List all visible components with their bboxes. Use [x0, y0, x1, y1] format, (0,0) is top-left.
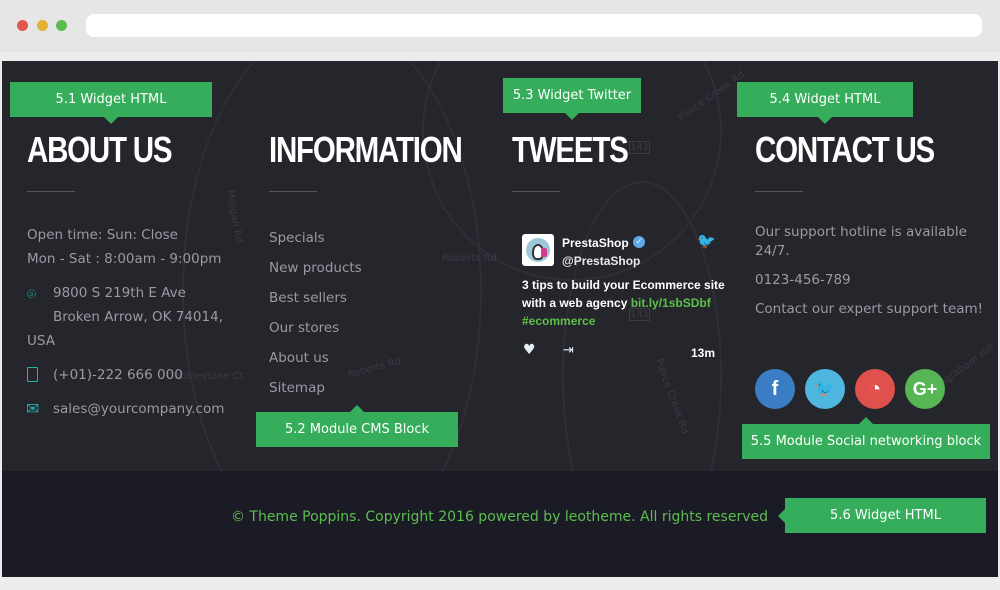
rss-icon: ◔	[868, 378, 882, 400]
contact-text: Our support hotline is available	[755, 224, 967, 240]
tweets-heading: TWEETS	[512, 129, 629, 170]
tweet-author-name[interactable]: PrestaShop	[562, 236, 629, 250]
contact-phone: 0123-456-789	[755, 272, 851, 288]
divider	[755, 191, 803, 192]
address-line: USA	[27, 333, 55, 349]
annotation-label: 5.6 Widget HTML	[778, 498, 986, 533]
link-about-us[interactable]: About us	[269, 350, 329, 366]
minimize-window-button[interactable]	[37, 20, 48, 31]
copyright-text: © Theme Poppins. Copyright 2016 powered …	[230, 509, 768, 525]
address-line: 9800 S 219th E Ave	[53, 285, 186, 301]
phone-number: (+01)-222 666 000	[53, 367, 183, 383]
information-heading: INFORMATION	[269, 129, 463, 170]
phone-icon	[27, 367, 38, 382]
map-label: 141	[629, 141, 651, 154]
link-our-stores[interactable]: Our stores	[269, 320, 339, 336]
annotation-label: 5.1 Widget HTML	[10, 82, 212, 124]
link-new-products[interactable]: New products	[269, 260, 362, 276]
link-best-sellers[interactable]: Best sellers	[269, 290, 347, 306]
annotation-label: 5.5 Module Social networking block	[742, 417, 990, 459]
link-specials[interactable]: Specials	[269, 230, 325, 246]
tweet-author-handle[interactable]: @PrestaShop	[562, 254, 640, 268]
google-plus-icon: G+	[912, 379, 938, 399]
tweet-hashtag[interactable]: #ecommerce	[522, 314, 595, 328]
rss-button[interactable]: ◔	[855, 369, 895, 409]
divider	[512, 191, 560, 192]
share-icon[interactable]: ⇥	[563, 343, 574, 358]
facebook-button[interactable]: f	[755, 369, 795, 409]
twitter-bird-icon[interactable]: 🐦	[697, 232, 716, 250]
link-sitemap[interactable]: Sitemap	[269, 380, 325, 396]
like-heart-icon[interactable]: ♥	[523, 342, 536, 358]
close-window-button[interactable]	[17, 20, 28, 31]
address-line: Broken Arrow, OK 74014,	[53, 309, 223, 325]
tweet-text: 3 tips to build your Ecommerce site	[522, 278, 725, 292]
avatar[interactable]	[522, 234, 554, 266]
mail-icon: ✉	[26, 399, 40, 418]
email-link[interactable]: sales@yourcompany.com	[53, 401, 224, 417]
annotation-label: 5.4 Widget HTML	[737, 82, 913, 124]
map-label: Roberts Rd	[442, 253, 497, 264]
annotation-label: 5.3 Widget Twitter	[503, 78, 641, 120]
annotation-label: 5.2 Module CMS Block	[256, 405, 458, 447]
divider	[269, 191, 317, 192]
location-pin-icon: ⌾	[27, 285, 37, 303]
browser-chrome	[0, 0, 1000, 52]
opening-hours: Open time: Sun: Close	[27, 227, 178, 243]
contact-text: 24/7.	[755, 243, 790, 259]
google-plus-button[interactable]: G+	[905, 369, 945, 409]
verified-badge-icon: ✓	[633, 236, 645, 248]
tweet-link[interactable]: bit.ly/1sbSDbf	[631, 296, 711, 310]
twitter-button[interactable]: 🐦	[805, 369, 845, 409]
address-bar[interactable]	[86, 14, 982, 37]
contact-text: Contact our expert support team!	[755, 301, 984, 317]
opening-hours: Mon - Sat : 8:00am - 9:00pm	[27, 251, 222, 267]
maximize-window-button[interactable]	[56, 20, 67, 31]
tweet-text: with a web agency	[522, 296, 631, 310]
facebook-icon: f	[771, 378, 779, 400]
divider	[27, 191, 75, 192]
tweet-time: 13m	[691, 346, 716, 360]
about-us-heading: ABOUT US	[27, 129, 173, 170]
twitter-icon: 🐦	[814, 379, 836, 398]
footer-page: Morgan Rd Roberts Rd Roberts Rd Cobblest…	[2, 61, 998, 577]
contact-us-heading: CONTACT US	[755, 129, 935, 170]
